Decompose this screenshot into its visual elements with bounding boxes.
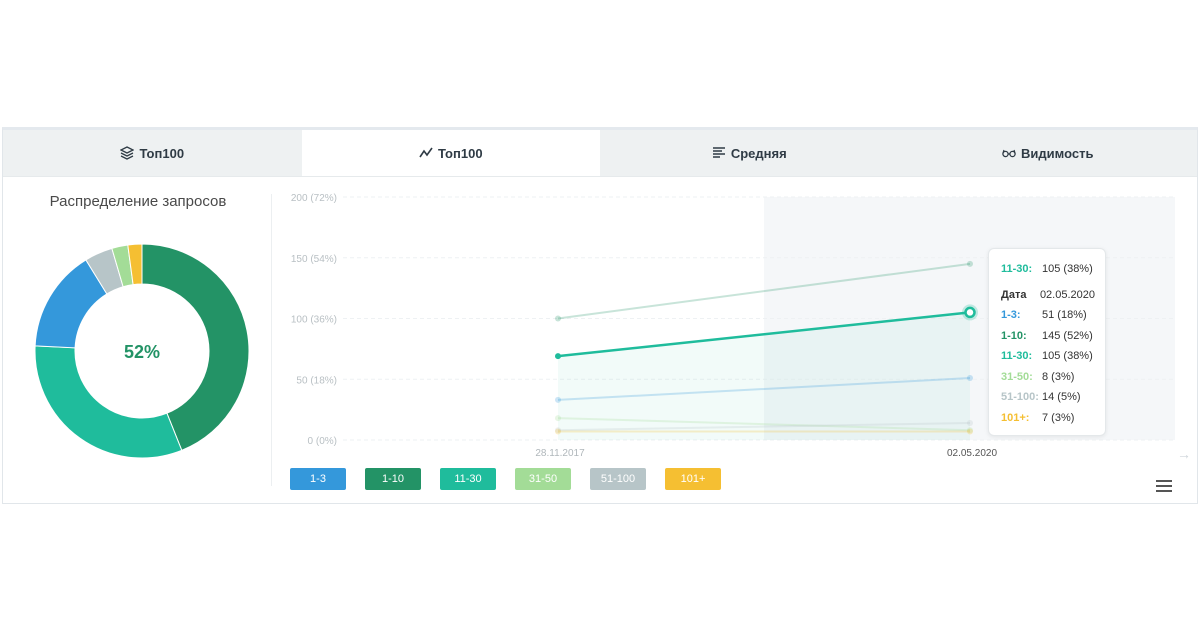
legend-button-1-3[interactable]: 1-3 [290,468,346,490]
tooltip-row-key: Дата [1001,288,1027,301]
tooltip-row-value: 8 (3%) [1042,370,1075,383]
tooltip-row-value: 7 (3%) [1042,411,1075,424]
legend-button-1-10[interactable]: 1-10 [365,468,421,490]
menu-icon[interactable] [1156,480,1172,493]
legend-button-101plus[interactable]: 101+ [665,468,721,490]
point-11-30[interactable] [964,306,976,319]
tooltip-row: Дата 02.05.2020 [1001,285,1095,306]
tooltip-row-key: 51-100: [1001,391,1039,404]
tooltip-header-value: 105 (38%) [1042,263,1093,276]
tooltip-row-key: 1-3: [1001,309,1021,322]
tooltip-row-value: 145 (52%) [1042,329,1093,342]
x-tick-label: 02.05.2020 [947,448,997,459]
tooltip-row: 11-30: 105 (38%) [1001,346,1095,367]
rankings-panel: Топ100 Топ100 Средняя Видимость Распреде… [2,127,1198,504]
point-31-50[interactable] [555,415,561,422]
y-tick-label: 100 (36%) [291,315,337,326]
y-tick-label: 50 (18%) [296,375,337,386]
legend-button-31-50[interactable]: 31-50 [515,468,571,490]
tooltip-row: 1-10: 145 (52%) [1001,326,1095,347]
point-101plus[interactable] [967,428,973,435]
tooltip-row-key: 11-30: [1001,350,1033,363]
point-101plus[interactable] [555,428,561,435]
tooltip-row: 51-100: 14 (5%) [1001,387,1095,408]
point-1-10[interactable] [967,260,973,267]
point-51-100[interactable] [967,419,973,426]
tooltip-row: 31-50: 8 (3%) [1001,367,1095,388]
y-tick-label: 0 (0%) [308,436,337,447]
x-tick-label: 28.11.2017 [535,448,585,459]
tooltip-row-key: 1-10: [1001,329,1027,342]
tooltip-row-key: 101+: [1001,411,1030,424]
tooltip-header-key: 11-30: [1001,263,1033,276]
legend-button-11-30[interactable]: 11-30 [440,468,496,490]
tooltip-row: 101+: 7 (3%) [1001,408,1095,429]
tooltip-row-value: 14 (5%) [1042,391,1081,404]
y-tick-label: 150 (54%) [291,254,337,265]
tooltip-row-value: 51 (18%) [1042,309,1087,322]
tooltip-row-value: 105 (38%) [1042,350,1093,363]
y-tick-label: 200 (72%) [291,193,337,204]
tooltip-header: 11-30: 105 (38%) [1001,259,1095,280]
legend-button-51-100[interactable]: 51-100 [590,468,646,490]
chart-tooltip: 11-30: 105 (38%) Дата 02.05.2020 1-3: 51 (1… [988,248,1106,436]
point-1-3[interactable] [967,375,973,382]
point-1-3[interactable] [555,396,561,403]
tooltip-row-value: 02.05.2020 [1039,288,1095,301]
chart-legend: 1-3 1-10 11-30 31-50 51-100 101+ [290,468,721,490]
tooltip-row: 1-3: 51 (18%) [1001,305,1095,326]
arrow-right-icon[interactable]: → [1177,446,1191,462]
point-11-30[interactable] [555,353,561,360]
tooltip-row-key: 31-50: [1001,370,1033,383]
point-1-10[interactable] [555,315,561,322]
